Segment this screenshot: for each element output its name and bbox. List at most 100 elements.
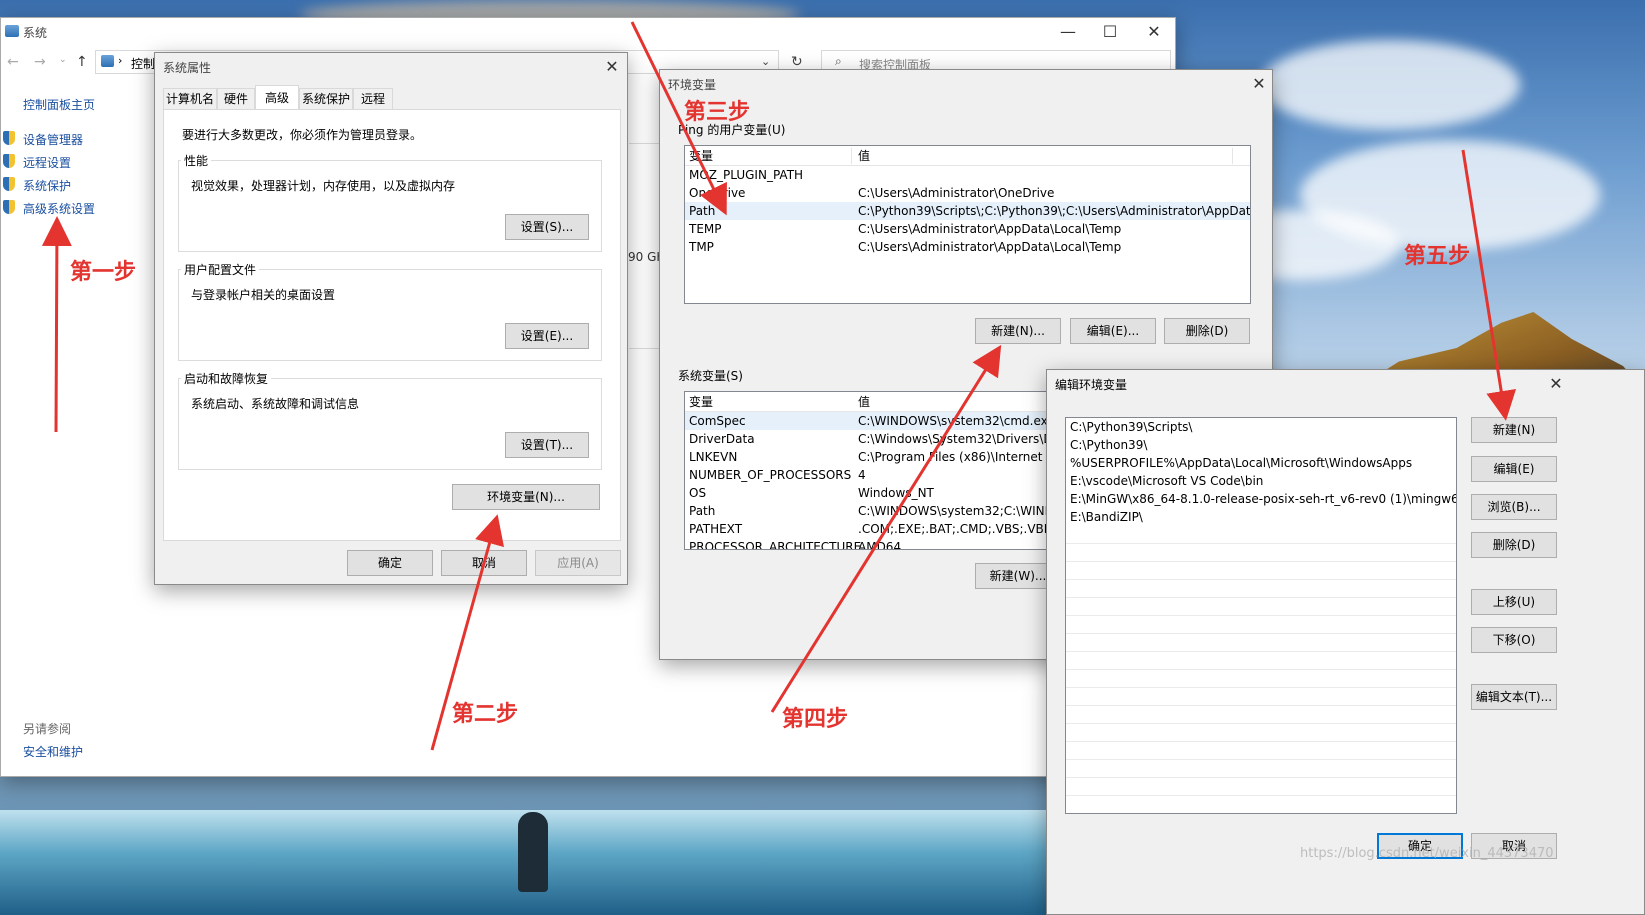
tab-label: 系统保护 xyxy=(301,92,350,106)
path-entry: E:\vscode\Microsoft VS Code\bin xyxy=(1070,474,1264,488)
table-row-selected[interactable]: Path C:\Python39\Scripts\;C:\Python39\;C:… xyxy=(685,202,1250,220)
list-item[interactable]: %USERPROFILE%\AppData\Local\Microsoft\Wi… xyxy=(1066,454,1456,472)
group-label: 启动和故障恢复 xyxy=(181,370,272,387)
close-button[interactable]: ✕ xyxy=(1139,20,1169,44)
list-item[interactable]: E:\BandiZIP\ xyxy=(1066,508,1456,526)
variable-name: TEMP xyxy=(689,222,722,236)
group-description: 与登录帐户相关的桌面设置 xyxy=(191,288,336,302)
variable-name: OS xyxy=(689,486,707,500)
table-row[interactable]: TMP C:\Users\Administrator\AppData\Local\… xyxy=(685,238,1250,256)
column-header-variable[interactable]: 变量 xyxy=(689,146,713,166)
close-button[interactable]: ✕ xyxy=(597,55,627,79)
group-description: 视觉效果，处理器计划，内存使用，以及虚拟内存 xyxy=(191,179,456,193)
variable-name: PROCESSOR_ARCHITECTURE xyxy=(689,540,862,550)
variable-value: AMD64 xyxy=(858,540,902,550)
search-icon: ⌕ xyxy=(835,54,842,68)
nav-item-label: 远程设置 xyxy=(23,156,72,170)
nav-item-label: 高级系统设置 xyxy=(23,202,96,216)
variable-name: MOZ_PLUGIN_PATH xyxy=(689,168,804,182)
table-row[interactable]: MOZ_PLUGIN_PATH xyxy=(685,166,1250,184)
ok-button[interactable]: 确定 xyxy=(347,550,433,576)
move-up-button[interactable]: 上移(U) xyxy=(1471,589,1557,615)
tab-advanced[interactable]: 高级 xyxy=(255,85,299,110)
user-delete-button[interactable]: 删除(D) xyxy=(1164,318,1250,344)
performance-group: 性能 视觉效果，处理器计划，内存使用，以及虚拟内存 设置(S)... xyxy=(178,152,602,252)
tab-hardware[interactable]: 硬件 xyxy=(217,88,255,109)
step5-label: 第五步 xyxy=(1404,244,1471,269)
variable-name: Path xyxy=(689,204,716,218)
user-profiles-settings-button[interactable]: 设置(E)... xyxy=(505,323,589,349)
maximize-button[interactable]: ☐ xyxy=(1095,20,1125,44)
control-panel-home-link[interactable]: 控制面板主页 xyxy=(23,96,95,113)
see-also-title: 另请参阅 xyxy=(23,722,72,736)
table-row[interactable]: OneDrive C:\Users\Administrator\OneDrive xyxy=(685,184,1250,202)
person-silhouette xyxy=(518,812,548,892)
path-entries-list[interactable]: C:\Python39\Scripts\ C:\Python39\ %USERP… xyxy=(1065,417,1457,814)
minimize-button[interactable]: — xyxy=(1053,20,1083,44)
startup-recovery-group: 启动和故障恢复 系统启动、系统故障和调试信息 设置(T)... xyxy=(178,370,602,470)
close-button[interactable]: ✕ xyxy=(1541,372,1571,396)
recent-dropdown-icon[interactable]: ⌄ xyxy=(59,55,67,65)
tab-computer-name[interactable]: 计算机名 xyxy=(163,88,217,109)
environment-variables-button[interactable]: 环境变量(N)... xyxy=(452,484,600,510)
new-entry-button[interactable]: 新建(N) xyxy=(1471,417,1557,443)
breadcrumb[interactable]: 控制 xyxy=(131,55,155,72)
shield-icon xyxy=(3,200,15,214)
tab-remote[interactable]: 远程 xyxy=(353,88,393,109)
edit-entry-button[interactable]: 编辑(E) xyxy=(1471,456,1557,482)
variable-name: Path xyxy=(689,504,716,518)
variable-value: 4 xyxy=(858,468,866,482)
back-icon[interactable]: ← xyxy=(7,54,19,70)
column-header-variable[interactable]: 变量 xyxy=(689,392,713,412)
move-down-button[interactable]: 下移(O) xyxy=(1471,627,1557,653)
tab-label: 计算机名 xyxy=(165,92,214,106)
variable-name: OneDrive xyxy=(689,186,746,200)
variable-value: C:\Users\Administrator\AppData\Local\Tem… xyxy=(858,240,1122,254)
tab-panel: 要进行大多数更改，你必须作为管理员登录。 性能 视觉效果，处理器计划，内存使用，… xyxy=(163,109,621,541)
tab-label: 硬件 xyxy=(223,92,248,106)
column-divider xyxy=(1232,148,1233,164)
column-header-value[interactable]: 值 xyxy=(858,392,870,412)
list-item[interactable]: E:\MinGW\x86_64-8.1.0-release-posix-seh-… xyxy=(1066,490,1456,508)
address-dropdown-icon[interactable]: ⌄ xyxy=(761,55,770,68)
path-entry: C:\Python39\ xyxy=(1070,438,1148,452)
browse-button[interactable]: 浏览(B)... xyxy=(1471,494,1557,520)
startup-recovery-settings-button[interactable]: 设置(T)... xyxy=(505,432,589,458)
up-icon[interactable]: ↑ xyxy=(76,54,88,70)
user-variables-list[interactable]: 变量 值 MOZ_PLUGIN_PATH OneDrive C:\Users\Ad… xyxy=(684,145,1251,304)
system-variables-label: 系统变量(S) xyxy=(678,369,743,383)
forward-icon[interactable]: → xyxy=(34,54,46,70)
variable-value: C:\WINDOWS\system32;C:\WINDO xyxy=(858,504,1064,518)
group-label: 用户配置文件 xyxy=(181,261,260,278)
variable-name: TMP xyxy=(689,240,714,254)
edit-text-button[interactable]: 编辑文本(T)... xyxy=(1471,684,1557,710)
variable-value: C:\Windows\System32\Drivers\Driv xyxy=(858,432,1068,446)
performance-settings-button[interactable]: 设置(S)... xyxy=(505,214,589,240)
table-row[interactable]: TEMP C:\Users\Administrator\AppData\Local… xyxy=(685,220,1250,238)
cancel-button[interactable]: 取消 xyxy=(441,550,527,576)
tab-label: 远程 xyxy=(360,92,385,106)
tab-system-protection[interactable]: 系统保护 xyxy=(299,88,353,109)
delete-entry-button[interactable]: 删除(D) xyxy=(1471,532,1557,558)
path-entry: E:\MinGW\x86_64-8.1.0-release-posix-seh-… xyxy=(1070,492,1456,506)
list-item[interactable]: C:\Python39\ xyxy=(1066,436,1456,454)
user-edit-button[interactable]: 编辑(E)... xyxy=(1070,318,1156,344)
apply-button[interactable]: 应用(A) xyxy=(535,550,621,576)
step4-label: 第四步 xyxy=(782,707,849,732)
admin-note: 要进行大多数更改，你必须作为管理员登录。 xyxy=(182,128,423,142)
list-item[interactable]: E:\vscode\Microsoft VS Code\bin xyxy=(1066,472,1456,490)
column-header-value[interactable]: 值 xyxy=(858,146,870,166)
close-button[interactable]: ✕ xyxy=(1244,72,1274,96)
path-entry: %USERPROFILE%\AppData\Local\Microsoft\Wi… xyxy=(1070,456,1413,470)
security-maintenance-link[interactable]: 安全和维护 xyxy=(23,743,83,760)
variable-value: C:\Users\Administrator\OneDrive xyxy=(858,186,1055,200)
user-new-button[interactable]: 新建(N)... xyxy=(975,318,1061,344)
shield-icon xyxy=(3,154,15,168)
list-item[interactable]: C:\Python39\Scripts\ xyxy=(1066,418,1456,436)
variable-name: NUMBER_OF_PROCESSORS xyxy=(689,468,852,482)
group-description: 系统启动、系统故障和调试信息 xyxy=(191,397,360,411)
chevron-right-icon: › xyxy=(118,54,123,67)
variable-value: Windows_NT xyxy=(858,486,934,500)
refresh-icon[interactable]: ↻ xyxy=(791,54,803,70)
list-header: 变量 值 xyxy=(685,146,1250,166)
